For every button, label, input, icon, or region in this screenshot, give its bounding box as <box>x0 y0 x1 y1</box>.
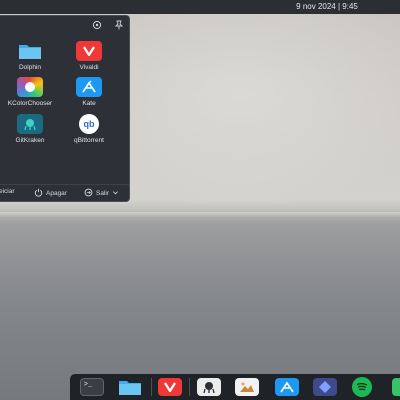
restart-label: eiciar <box>0 188 15 195</box>
shutdown-label: Apagar <box>46 190 67 197</box>
dock-separator <box>189 378 190 396</box>
app-icon[interactable] <box>313 378 337 396</box>
app-label: Dolphin <box>18 64 42 71</box>
gitkraken-icon[interactable] <box>197 378 221 396</box>
power-icon <box>34 188 43 199</box>
kate-icon <box>76 77 102 97</box>
dock-separator <box>151 378 152 396</box>
app-kate[interactable]: Kate <box>61 77 117 107</box>
chevron-down-icon[interactable] <box>112 189 119 198</box>
kate-icon[interactable] <box>275 378 299 396</box>
wallpaper-horizon <box>0 212 400 218</box>
app-label: GitKraken <box>15 137 45 144</box>
vivaldi-icon[interactable] <box>158 378 182 396</box>
app-kcolorchooser[interactable]: KColorChooser <box>2 77 58 107</box>
folder-icon[interactable] <box>118 378 142 396</box>
launcher-footer: eiciar Apagar Salir <box>0 184 129 201</box>
logout-button[interactable]: Salir <box>84 188 119 199</box>
launcher-header <box>91 19 125 33</box>
logout-label: Salir <box>96 190 110 197</box>
image-viewer-icon[interactable] <box>235 378 259 396</box>
app-gitkraken[interactable]: GitKraken <box>2 114 58 144</box>
gitkraken-icon <box>17 114 43 134</box>
color-chooser-icon <box>17 77 43 97</box>
spotify-icon[interactable] <box>352 377 372 397</box>
terminal-icon[interactable]: >_ <box>80 378 104 396</box>
app-vivaldi[interactable]: Vivaldi <box>61 41 117 71</box>
vivaldi-icon <box>76 41 102 61</box>
app-label: Vivaldi <box>79 64 99 71</box>
app-label: KColorChooser <box>7 100 53 107</box>
pin-icon[interactable] <box>113 19 125 31</box>
folder-icon <box>17 41 43 61</box>
app-launcher: Dolphin Vivaldi KColorChooser Kate GitKr… <box>0 15 130 202</box>
qbittorrent-icon: qb <box>79 114 99 134</box>
app-dolphin[interactable]: Dolphin <box>2 41 58 71</box>
cut-off-icon[interactable] <box>392 378 400 396</box>
logout-icon <box>84 188 93 199</box>
app-qbittorrent[interactable]: qb qBittorrent <box>61 114 117 144</box>
restart-button[interactable]: eiciar <box>0 188 15 195</box>
top-panel: 9 nov 2024 | 9:45 <box>0 0 400 14</box>
app-label: qBittorrent <box>74 137 104 144</box>
dock: >_ <box>70 374 400 400</box>
app-label: Kate <box>82 100 96 107</box>
settings-icon[interactable] <box>91 19 103 31</box>
panel-clock[interactable]: 9 nov 2024 | 9:45 <box>262 0 392 14</box>
shutdown-button[interactable]: Apagar <box>34 188 67 199</box>
